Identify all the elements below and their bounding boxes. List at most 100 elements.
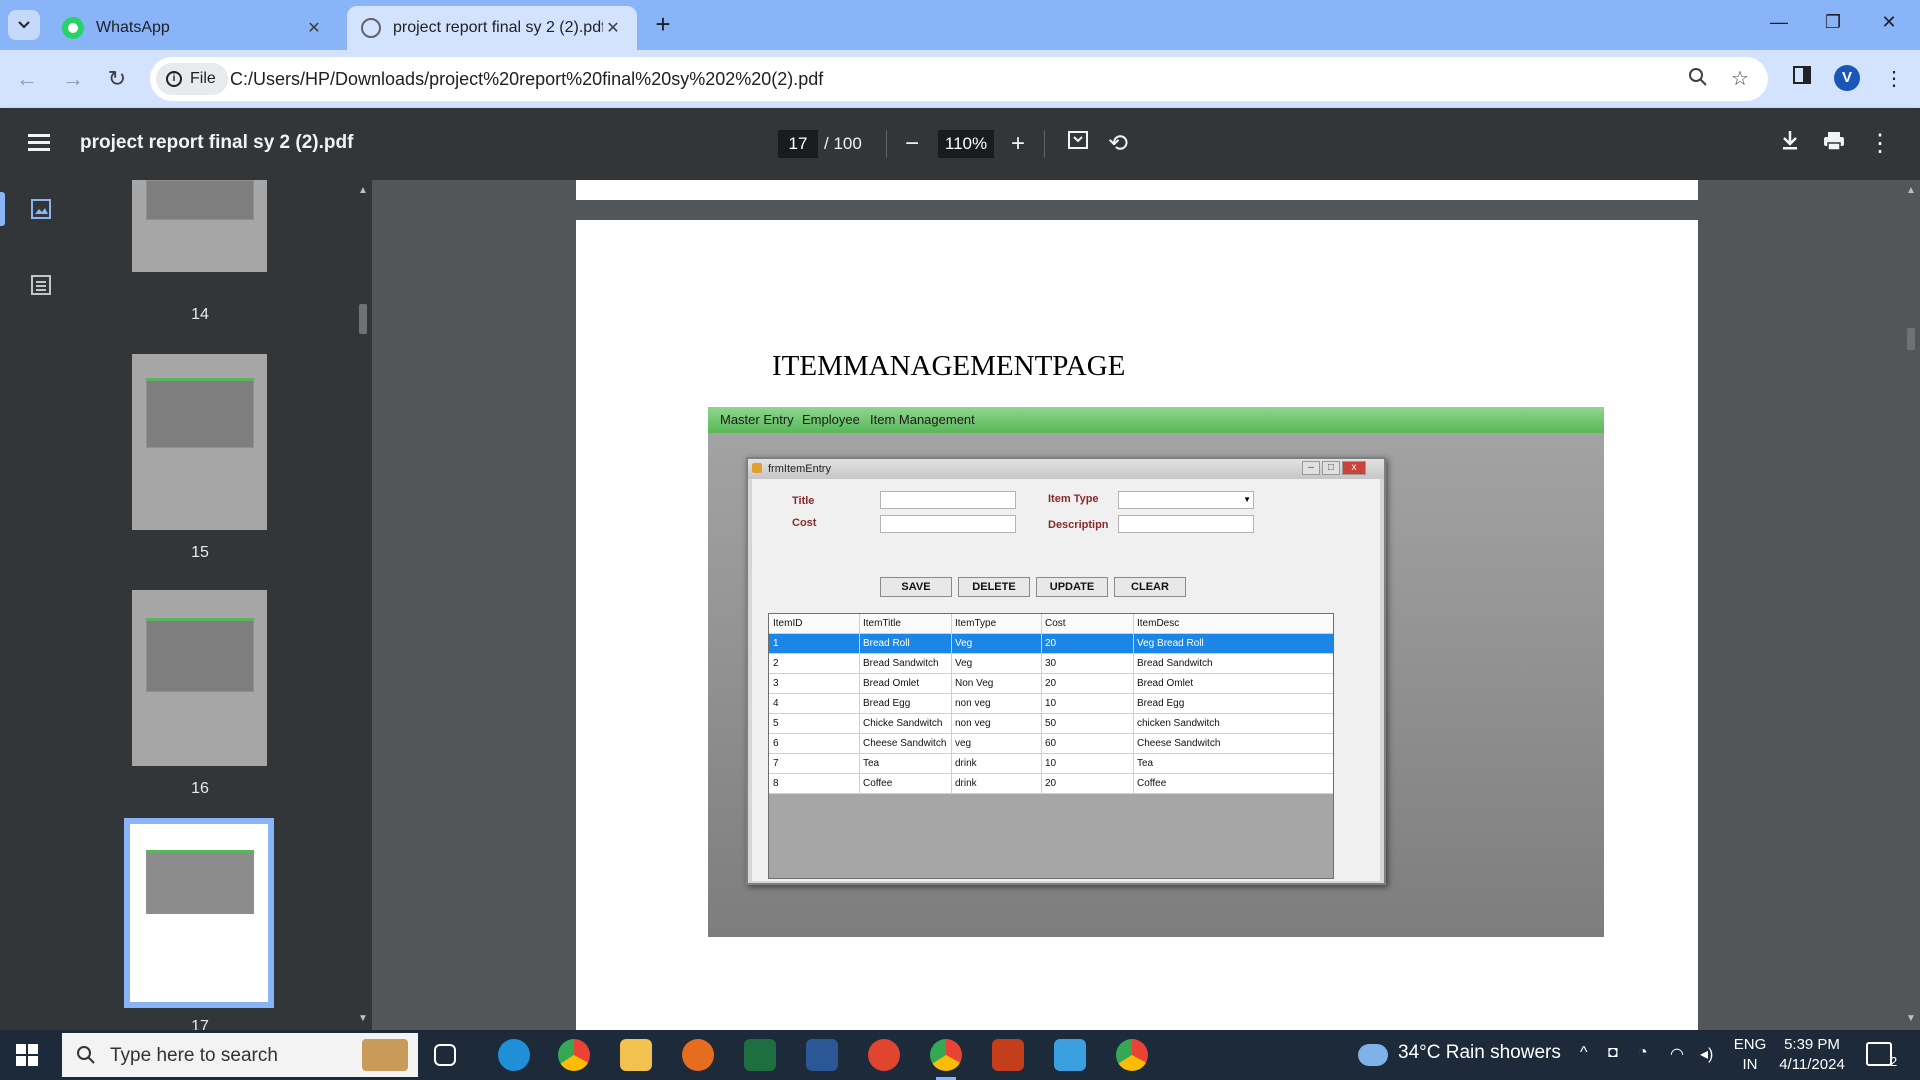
meet-now-icon[interactable]: ◘ — [1608, 1044, 1618, 1062]
scroll-up-arrow[interactable]: ▲ — [1906, 186, 1916, 196]
menu-icon[interactable] — [28, 134, 50, 152]
zoom-input[interactable]: 110% — [938, 130, 994, 158]
outline-view-icon[interactable] — [30, 274, 54, 298]
url-text[interactable]: C:/Users/HP/Downloads/project%20report%2… — [230, 69, 823, 90]
grid-column-separator — [951, 674, 952, 694]
network-icon[interactable]: ◔ — [1638, 1044, 1648, 1062]
minimize-button[interactable]: — — [1764, 12, 1794, 38]
zoom-in-button[interactable]: + — [1002, 128, 1034, 160]
new-tab-button[interactable]: + — [650, 11, 676, 38]
grid-cell: 10 — [1045, 758, 1057, 769]
fit-page-button[interactable] — [1062, 128, 1094, 160]
grid-cell: 2 — [773, 658, 779, 669]
notification-icon[interactable] — [1866, 1042, 1892, 1066]
language-indicator[interactable]: ENG IN — [1730, 1035, 1770, 1075]
menu-master-entry: Master Entry — [720, 412, 794, 427]
photos-icon[interactable] — [1054, 1039, 1086, 1071]
file-explorer-icon[interactable] — [620, 1039, 652, 1071]
profile-avatar[interactable]: V — [1834, 65, 1860, 91]
grid-column-separator — [951, 774, 952, 794]
system-clock[interactable]: 5:39 PM 4/11/2024 — [1772, 1035, 1852, 1075]
item-entry-window: frmItemEntry – □ x Title Cost Item Type … — [746, 457, 1386, 885]
side-panel-icon[interactable] — [1788, 65, 1816, 93]
close-window-button[interactable]: ✕ — [1874, 12, 1904, 38]
browser-menu-icon[interactable]: ⋮ — [1880, 65, 1908, 93]
zoom-out-button[interactable]: − — [896, 128, 928, 160]
app-background: frmItemEntry – □ x Title Cost Item Type … — [708, 433, 1604, 937]
thumbnail-image — [146, 618, 254, 692]
firefox-icon[interactable] — [682, 1039, 714, 1071]
rotate-button[interactable]: ⟲ — [1102, 128, 1134, 160]
scroll-thumb[interactable] — [1907, 328, 1915, 350]
grid-column-separator — [951, 714, 952, 734]
grid-cell: 6 — [773, 738, 779, 749]
restore-button[interactable]: ❐ — [1818, 12, 1848, 38]
zoom-icon[interactable] — [1686, 67, 1710, 91]
wifi-icon[interactable]: ◠ — [1670, 1044, 1684, 1064]
volume-icon[interactable]: ◂) — [1700, 1044, 1713, 1064]
document-viewer[interactable]: ITEMMANAGEMENTPAGE Master Entry Employee… — [372, 180, 1902, 1030]
thumbnails-view-icon[interactable] — [30, 198, 54, 222]
powerpoint-icon[interactable] — [992, 1039, 1024, 1071]
weather-text[interactable]: 34°C Rain showers — [1398, 1042, 1561, 1064]
grid-column-separator — [1133, 634, 1134, 654]
grid-cell: 8 — [773, 778, 779, 789]
edge-icon[interactable] — [498, 1039, 530, 1071]
page-thumbnail[interactable] — [132, 180, 267, 272]
excel-icon[interactable] — [744, 1039, 776, 1071]
grid-cell: 7 — [773, 758, 779, 769]
windows-start-icon[interactable] — [16, 1044, 38, 1066]
forward-button[interactable]: → — [58, 64, 88, 94]
clock-date: 4/11/2024 — [1779, 1056, 1845, 1073]
grid-cell: 30 — [1045, 658, 1057, 669]
tab-whatsapp[interactable]: WhatsApp ✕ — [48, 6, 338, 50]
chrome-profile-icon[interactable] — [1116, 1039, 1148, 1071]
scroll-thumb[interactable] — [359, 304, 367, 334]
more-actions-button[interactable]: ⋮ — [1864, 128, 1896, 160]
grid-cell: 3 — [773, 678, 779, 689]
page-thumbnail[interactable] — [132, 590, 267, 766]
active-indicator — [0, 192, 5, 226]
word-icon[interactable] — [806, 1039, 838, 1071]
print-button[interactable] — [1818, 128, 1850, 160]
grid-column-separator — [859, 654, 860, 674]
task-view-icon[interactable] — [434, 1044, 456, 1066]
taskbar-search[interactable]: Type here to search — [62, 1033, 418, 1077]
tab-pdf[interactable]: project report final sy 2 (2).pdf ✕ — [347, 6, 637, 50]
page-thumbnail[interactable] — [132, 354, 267, 530]
grid-cell: Veg — [955, 638, 973, 649]
back-button[interactable]: ← — [12, 64, 42, 94]
scroll-down-arrow[interactable]: ▼ — [1906, 1014, 1916, 1024]
scroll-down-arrow[interactable]: ▼ — [358, 1014, 368, 1024]
grid-column-separator — [1133, 714, 1134, 734]
page-number-input[interactable]: 17 — [778, 130, 818, 158]
tab-close-button[interactable]: ✕ — [304, 18, 324, 38]
divider — [886, 130, 887, 158]
tab-search-button[interactable] — [8, 10, 40, 40]
scroll-up-arrow[interactable]: ▲ — [358, 186, 368, 196]
pdf-toolbar: project report final sy 2 (2).pdf 17 / 1… — [0, 108, 1920, 180]
address-bar[interactable]: i File C:/Users/HP/Downloads/project%20r… — [150, 57, 1768, 101]
thumbnail-image — [146, 378, 254, 448]
tab-close-button[interactable]: ✕ — [603, 18, 623, 38]
download-button[interactable] — [1774, 128, 1806, 160]
app-icon — [752, 463, 762, 473]
site-info-chip[interactable]: i File — [156, 63, 228, 95]
document-scrollbar[interactable]: ▲ ▼ — [1902, 180, 1920, 1030]
chrome-icon[interactable] — [558, 1039, 590, 1071]
grid-column-separator — [1041, 674, 1042, 694]
wps-icon[interactable] — [868, 1039, 900, 1071]
reload-button[interactable]: ↻ — [102, 64, 132, 94]
grid-cell: 20 — [1045, 778, 1057, 789]
chevron-up-icon[interactable]: ^ — [1580, 1044, 1588, 1062]
window-title: frmItemEntry — [768, 463, 831, 475]
grid-cell: Chicke Sandwitch — [863, 718, 943, 729]
grid-column-separator — [1041, 614, 1042, 634]
grid-column-separator — [859, 754, 860, 774]
sidebar-scrollbar[interactable]: ▲ ▼ — [354, 180, 372, 1030]
bookmark-star-icon[interactable]: ☆ — [1728, 67, 1752, 91]
chrome-active-icon[interactable] — [930, 1039, 962, 1080]
page-thumbnail-selected[interactable] — [124, 818, 274, 1008]
grid-cell: Veg Bread Roll — [1137, 638, 1204, 649]
search-icon — [77, 1046, 95, 1064]
